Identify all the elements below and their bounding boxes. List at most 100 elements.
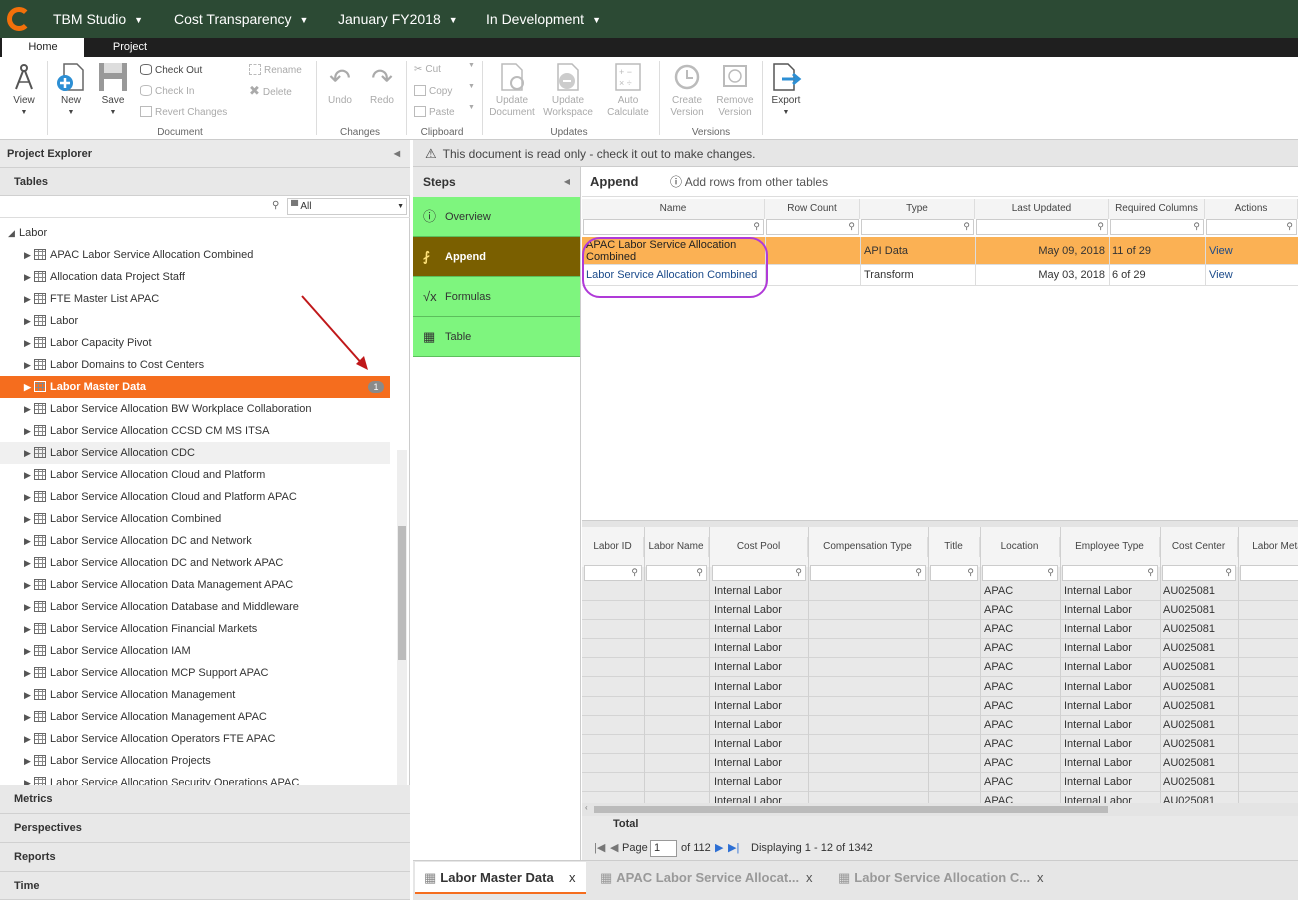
tree-item[interactable]: ▶ Labor Service Allocation Data Managemen… bbox=[0, 574, 390, 596]
expand-right-icon[interactable]: ▶ bbox=[24, 552, 31, 574]
column-filter[interactable]: ⚲ bbox=[646, 565, 707, 581]
expand-right-icon[interactable]: ▶ bbox=[24, 574, 31, 596]
tree-item[interactable]: ▶ Labor Service Allocation Cloud and Plat… bbox=[0, 464, 390, 486]
expand-right-icon[interactable]: ▶ bbox=[24, 420, 31, 442]
reports-section-header[interactable]: Reports bbox=[0, 843, 410, 872]
expand-right-icon[interactable]: ▶ bbox=[24, 662, 31, 684]
tree-item[interactable]: ▶ APAC Labor Service Allocation Combined bbox=[0, 244, 390, 266]
column-header[interactable]: Actions bbox=[1205, 199, 1298, 219]
column-filter[interactable]: ⚲ bbox=[1240, 565, 1298, 581]
tree-item[interactable]: ▶ Labor Service Allocation IAM bbox=[0, 640, 390, 662]
expand-right-icon[interactable]: ▶ bbox=[24, 354, 31, 376]
column-filter[interactable]: ⚲ bbox=[930, 565, 978, 581]
expand-right-icon[interactable]: ▶ bbox=[24, 596, 31, 618]
export-button[interactable]: Export ▼ bbox=[766, 61, 806, 119]
step-append[interactable]: ⨏ Append bbox=[413, 237, 580, 277]
table-row[interactable]: Internal Labor APAC Internal Labor AU025081 bbox=[582, 735, 1298, 754]
column-filter[interactable]: ⚲ bbox=[1110, 219, 1204, 235]
table-row[interactable]: Internal Labor APAC Internal Labor AU025081 bbox=[582, 582, 1298, 601]
last-page-icon[interactable]: ▶| bbox=[728, 837, 739, 860]
tree-item[interactable]: ▶ Labor Service Allocation DC and Network bbox=[0, 530, 390, 552]
dropdown-arrow-icon[interactable]: ▼ bbox=[468, 81, 475, 93]
page-input[interactable]: 1 bbox=[650, 840, 677, 857]
dropdown-arrow-icon[interactable]: ▼ bbox=[468, 102, 475, 114]
cut-button[interactable]: ✂ Cut bbox=[414, 64, 441, 76]
expand-right-icon[interactable]: ▶ bbox=[24, 464, 31, 486]
column-header[interactable]: Cost Center bbox=[1160, 537, 1238, 557]
tree-item[interactable]: ▶ Labor Service Allocation Management bbox=[0, 684, 390, 706]
tables-section-header[interactable]: Tables bbox=[0, 168, 410, 196]
remove-version-button[interactable]: Remove Version bbox=[712, 61, 758, 119]
table-row[interactable]: Internal Labor APAC Internal Labor AU025081 bbox=[582, 716, 1298, 735]
column-filter[interactable]: ⚲ bbox=[583, 219, 764, 235]
metrics-section-header[interactable]: Metrics bbox=[0, 785, 410, 814]
horizontal-scrollbar[interactable]: ‹ bbox=[582, 803, 1298, 816]
expand-right-icon[interactable]: ▶ bbox=[24, 684, 31, 706]
expand-right-icon[interactable]: ▶ bbox=[24, 728, 31, 750]
search-icon[interactable]: ⚲ bbox=[272, 200, 279, 211]
perspectives-section-header[interactable]: Perspectives bbox=[0, 814, 410, 843]
document-tab-labor-service-allocation[interactable]: ▦ Labor Service Allocation C... x bbox=[838, 862, 1044, 894]
table-row[interactable]: Internal Labor APAC Internal Labor AU025081 bbox=[582, 773, 1298, 792]
expand-right-icon[interactable]: ▶ bbox=[24, 706, 31, 728]
column-header[interactable]: Type bbox=[860, 199, 975, 219]
expand-right-icon[interactable]: ▶ bbox=[24, 332, 31, 354]
time-section-header[interactable]: Time bbox=[0, 872, 410, 900]
model-menu[interactable]: Cost Transparency ▼ bbox=[174, 0, 308, 38]
document-tab-apac-labor[interactable]: ▦ APAC Labor Service Allocat... x bbox=[600, 862, 813, 894]
rename-button[interactable]: Rename bbox=[249, 64, 302, 77]
delete-button[interactable]: ✖ Delete bbox=[249, 84, 292, 99]
expand-right-icon[interactable]: ▶ bbox=[24, 750, 31, 772]
close-icon[interactable]: x bbox=[569, 862, 576, 894]
column-header[interactable]: Title bbox=[928, 537, 980, 557]
add-rows-link[interactable]: ⓘ Add rows from other tables bbox=[670, 167, 828, 197]
close-icon[interactable]: x bbox=[1037, 862, 1044, 894]
table-row[interactable]: Internal Labor APAC Internal Labor AU025081 bbox=[582, 697, 1298, 716]
table-row[interactable]: Internal Labor APAC Internal Labor AU025081 bbox=[582, 620, 1298, 640]
tree-item[interactable]: ▶ Allocation data Project Staff bbox=[0, 266, 390, 288]
expand-right-icon[interactable]: ▶ bbox=[24, 398, 31, 420]
period-menu[interactable]: January FY2018 ▼ bbox=[338, 0, 458, 38]
tab-project[interactable]: Project bbox=[90, 38, 170, 57]
paste-button[interactable]: Paste bbox=[414, 106, 455, 119]
step-table[interactable]: ▦ Table bbox=[413, 317, 580, 357]
view-link[interactable]: View bbox=[1209, 265, 1233, 286]
tree-item[interactable]: ▶ Labor Service Allocation CCSD CM MS ITS… bbox=[0, 420, 390, 442]
folder-filter-dropdown[interactable]: ▀ All ▼ bbox=[287, 198, 407, 215]
table-row[interactable]: Internal Labor APAC Internal Labor AU025081 bbox=[582, 754, 1298, 773]
column-header[interactable]: Row Count bbox=[765, 199, 860, 219]
step-overview[interactable]: ⓘ Overview bbox=[413, 197, 580, 237]
tree-item[interactable]: ▶ Labor Service Allocation Combined bbox=[0, 508, 390, 530]
collapse-left-icon[interactable]: ◀ bbox=[564, 167, 570, 197]
tab-home[interactable]: Home bbox=[2, 38, 84, 57]
view-link[interactable]: View bbox=[1209, 237, 1233, 265]
update-workspace-button[interactable]: Update Workspace bbox=[542, 61, 594, 119]
app-menu[interactable]: TBM Studio ▼ bbox=[53, 0, 143, 38]
column-header[interactable]: Cost Pool bbox=[710, 537, 808, 557]
column-header[interactable]: Labor Meta bbox=[1238, 537, 1298, 557]
tree-item[interactable]: ▶ Labor Service Allocation Projects bbox=[0, 750, 390, 772]
expand-right-icon[interactable]: ▶ bbox=[24, 486, 31, 508]
column-header[interactable]: Required Columns bbox=[1109, 199, 1205, 219]
tree-scrollbar-thumb[interactable] bbox=[398, 526, 406, 660]
new-button[interactable]: New ▼ bbox=[54, 61, 88, 119]
save-button[interactable]: Save ▼ bbox=[96, 61, 130, 119]
create-version-button[interactable]: Create Version bbox=[664, 61, 710, 119]
dropdown-arrow-icon[interactable]: ▼ bbox=[468, 60, 475, 72]
column-header[interactable]: Location bbox=[980, 537, 1060, 557]
expand-right-icon[interactable]: ▶ bbox=[24, 640, 31, 662]
tree-scrollbar[interactable] bbox=[397, 450, 407, 785]
column-filter[interactable]: ⚲ bbox=[584, 565, 642, 581]
expand-right-icon[interactable]: ▶ bbox=[24, 508, 31, 530]
first-page-icon[interactable]: |◀ bbox=[594, 837, 605, 860]
tree-item[interactable]: ▶ Labor Service Allocation CDC bbox=[0, 442, 390, 464]
close-icon[interactable]: x bbox=[806, 862, 813, 894]
column-filter[interactable]: ⚲ bbox=[810, 565, 926, 581]
tree-item[interactable]: ▶ Labor Service Allocation Database and M… bbox=[0, 596, 390, 618]
expand-right-icon[interactable]: ▶ bbox=[24, 310, 31, 332]
table-row[interactable]: Internal Labor APAC Internal Labor AU025081 bbox=[582, 678, 1298, 697]
expand-right-icon[interactable]: ▶ bbox=[24, 244, 31, 266]
tree-item[interactable]: ▶ Labor Service Allocation DC and Network… bbox=[0, 552, 390, 574]
column-filter[interactable]: ⚲ bbox=[1206, 219, 1297, 235]
tree-item[interactable]: ▶ Labor Service Allocation Financial Mark… bbox=[0, 618, 390, 640]
